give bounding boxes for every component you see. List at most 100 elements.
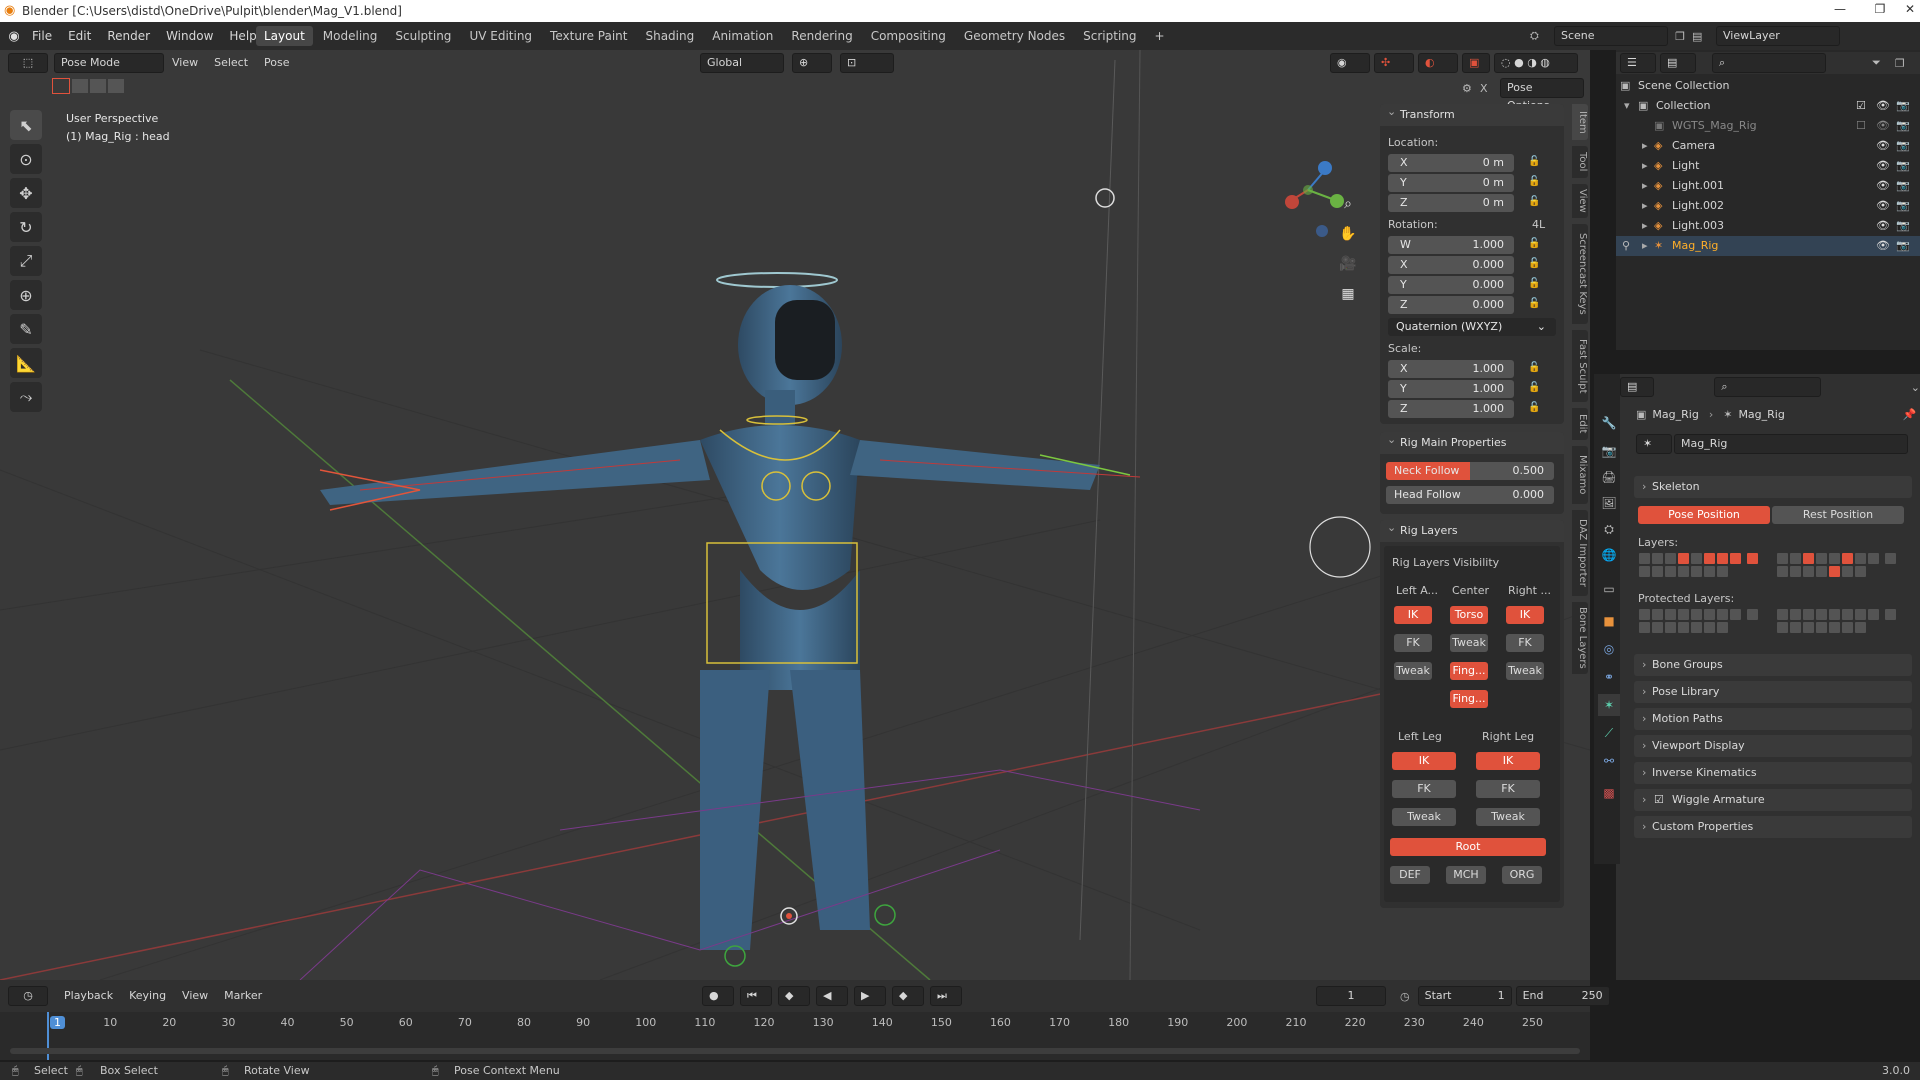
center-tweak-button[interactable]: Tweak [1450,634,1488,652]
object-tab-icon[interactable]: ■ [1598,610,1620,632]
zoom-icon[interactable]: ⌕ [1336,192,1360,216]
menu-select[interactable]: Select [206,53,256,73]
new-scene-icon[interactable]: ❐ [1668,30,1692,43]
lock-icon[interactable]: 🔓 [1528,258,1540,270]
end-frame-field[interactable]: End 250 [1515,986,1610,1006]
checkbox-icon[interactable]: ☑ [1856,96,1866,116]
custom-properties-section[interactable]: Custom Properties [1634,816,1912,838]
pose-options-dropdown[interactable]: Pose Options [1500,78,1584,112]
lock-icon[interactable]: 🔓 [1528,298,1540,310]
display-mode-icon[interactable]: ▤ [1660,53,1696,73]
lock-icon[interactable]: 🔓 [1528,402,1540,414]
expand-icon[interactable]: ▸ [1642,216,1648,236]
menu-playback[interactable]: Playback [56,986,121,1006]
outliner-row-light-001[interactable]: ▸ ◈ Light.001 👁 📷 [1616,176,1920,196]
right-leg-ik-button[interactable]: IK [1476,752,1540,770]
collection-tab-icon[interactable]: ▭ [1598,578,1620,600]
rotation-z-field[interactable]: Z 0.000 [1388,296,1514,314]
motion-paths-section[interactable]: Motion Paths [1634,708,1912,730]
expand-icon[interactable]: ▸ [1642,196,1648,216]
left-leg-fk-button[interactable]: FK [1392,780,1456,798]
chevron-down-icon[interactable]: ⌄ [1911,381,1920,394]
shading-modes[interactable]: ◌ ● ◑ ◍ [1494,53,1578,73]
bone-layers-grid-left[interactable] [1638,552,1764,578]
select-subtract-icon[interactable] [90,79,106,93]
scale-tool-icon[interactable]: ⤢ [10,246,42,276]
wiggle-armature-checkbox[interactable]: ☑ [1654,789,1664,811]
transform-panel-header[interactable]: Transform [1380,101,1564,126]
expand-icon[interactable]: ▸ [1642,176,1648,196]
lock-icon[interactable]: 🔓 [1528,238,1540,250]
head-follow-slider[interactable]: Head Follow 0.000 [1386,486,1554,504]
visibility-icon[interactable]: ◉ [1330,53,1370,73]
lock-icon[interactable]: 🔓 [1528,382,1540,394]
tab-screencast-keys[interactable]: Screencast Keys [1572,224,1588,324]
tab-daz-importer[interactable]: DAZ Importer [1572,510,1588,596]
menu-view[interactable]: View [164,53,206,73]
torso-button[interactable]: Torso [1450,606,1488,624]
bone-tab-icon[interactable]: ⟋ [1598,722,1620,744]
timeline-editor-type-icon[interactable]: ◷ [8,986,48,1006]
tab-layout[interactable]: Layout [256,26,313,46]
outliner-row-camera[interactable]: ▸ ◈ Camera 👁 📷 [1616,136,1920,156]
outliner-search[interactable]: ⌕ [1712,53,1826,73]
menu-window[interactable]: Window [158,26,221,46]
menu-timeline-view[interactable]: View [174,986,216,1006]
armature-data-tab-icon[interactable]: ✶ [1598,694,1620,716]
tab-tool[interactable]: Tool [1572,146,1588,178]
tab-geometry-nodes[interactable]: Geometry Nodes [956,26,1073,46]
scale-y-field[interactable]: Y 1.000 [1388,380,1514,398]
eye-icon[interactable]: 👁 [1876,216,1890,236]
measure-tool-icon[interactable]: 📐 [10,348,42,378]
render-tab-icon[interactable]: 📷 [1598,440,1620,462]
rotation-w-field[interactable]: W 1.000 [1388,236,1514,254]
tab-scripting[interactable]: Scripting [1075,26,1144,46]
camera-icon[interactable]: 📷 [1896,96,1910,116]
expand-icon[interactable]: ▸ [1642,156,1648,176]
rest-position-button[interactable]: Rest Position [1772,506,1904,524]
checkbox-icon[interactable]: ☐ [1856,116,1866,136]
scene-icon[interactable]: ⛭ [1530,29,1554,43]
def-button[interactable]: DEF [1390,866,1430,884]
tab-bone-layers[interactable]: Bone Layers [1572,602,1588,674]
bone-layers-grid-right[interactable] [1776,552,1902,578]
cursor-tool-icon[interactable]: ⊙ [10,144,42,174]
camera-view-icon[interactable]: 🎥 [1336,252,1360,276]
select-invert-icon[interactable] [108,79,124,93]
filter-icon[interactable]: ⏷ [1872,56,1881,70]
next-keyframe-icon[interactable]: ◆ [892,986,924,1006]
jump-end-icon[interactable]: ⏭ [930,986,962,1006]
rig-layers-header[interactable]: Rig Layers [1380,517,1564,542]
right-leg-tweak-button[interactable]: Tweak [1476,808,1540,826]
camera-icon[interactable]: 📷 [1896,116,1910,136]
world-tab-icon[interactable]: 🌐 [1598,544,1620,566]
outliner-row-collection[interactable]: ▾ ▣ Collection ☑ 👁 📷 [1616,96,1920,116]
org-button[interactable]: ORG [1502,866,1542,884]
move-tool-icon[interactable]: ✥ [10,178,42,208]
selection-mode-buttons[interactable] [52,78,124,94]
rotation-x-field[interactable]: X 0.000 [1388,256,1514,274]
pivot-icon[interactable]: ⊕ [792,53,832,73]
fingers-button[interactable]: Fing... [1450,662,1488,680]
root-button[interactable]: Root [1390,838,1546,856]
skeleton-header[interactable]: Skeleton [1634,476,1912,498]
prev-keyframe-icon[interactable]: ◆ [778,986,810,1006]
annotate-tool-icon[interactable]: ✎ [10,314,42,344]
pin-icon[interactable]: 📌 [1903,408,1917,421]
constraints-tab-icon[interactable]: ⚭ [1598,666,1620,688]
outliner-row-mag-rig[interactable]: ⚲ ▸ ✶ Mag_Rig 👁 📷 [1616,236,1920,256]
transform-orientation[interactable]: Global [700,53,784,73]
tab-texture-paint[interactable]: Texture Paint [542,26,635,46]
expand-icon[interactable]: ▾ [1624,96,1630,116]
3d-viewport[interactable]: ⬚ Pose Mode View Select Pose Global ⊕ ⊡ … [0,50,1590,980]
pose-position-button[interactable]: Pose Position [1638,506,1770,524]
scene-collection-row[interactable]: ▣ Scene Collection [1616,76,1920,96]
close-icon[interactable]: ✕ [1890,2,1920,20]
overlay-icon[interactable]: ◐ [1418,53,1458,73]
rig-main-properties-header[interactable]: Rig Main Properties [1380,429,1564,454]
snap-icon[interactable]: ⊡ [840,53,894,73]
location-x-field[interactable]: X0 m [1388,154,1514,172]
xray-icon[interactable]: ▣ [1462,53,1490,73]
tab-sculpting[interactable]: Sculpting [387,26,459,46]
scene-tab-icon[interactable]: ⛭ [1598,518,1620,540]
